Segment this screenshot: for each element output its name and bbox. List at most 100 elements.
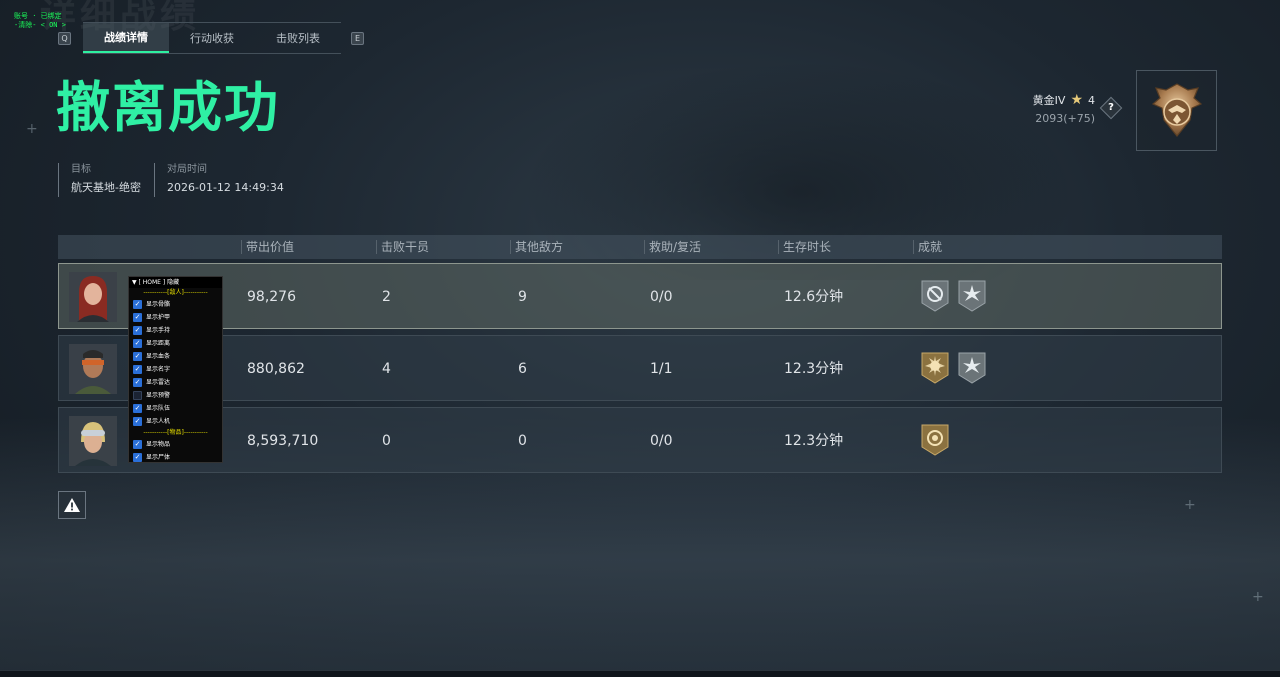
table-row[interactable]: 98,276 2 9 0/0 12.6分钟 bbox=[58, 263, 1222, 329]
player-avatar bbox=[69, 344, 117, 394]
checkbox-checked-icon[interactable]: ✓ bbox=[133, 313, 142, 322]
rank-emblem-icon bbox=[1151, 82, 1202, 137]
overlay-option[interactable]: ✓ 显示血条 bbox=[129, 350, 222, 363]
extract-value: 880,862 bbox=[247, 361, 305, 377]
match-time-value: 2026-01-12 14:49:34 bbox=[167, 181, 284, 194]
bottom-bar bbox=[0, 670, 1280, 677]
overlay-option-label: 显示预警 bbox=[146, 392, 171, 399]
crosshair-mark: + bbox=[1252, 589, 1264, 605]
checkbox-checked-icon[interactable]: ✓ bbox=[133, 378, 142, 387]
table-row[interactable]: 880,862 4 6 1/1 12.3分钟 bbox=[58, 335, 1222, 401]
player-avatar bbox=[69, 416, 117, 466]
tab-strip: 战绩详情 行动收获 击败列表 bbox=[83, 22, 341, 54]
overlay-option[interactable]: ✓ 显示队伍 bbox=[129, 402, 222, 415]
extraction-result-title: 撤离成功 bbox=[56, 76, 280, 139]
other-enemies: 6 bbox=[518, 361, 527, 377]
checkbox-checked-icon[interactable]: ✓ bbox=[133, 352, 142, 361]
achievement-cycle-icon[interactable] bbox=[920, 279, 950, 313]
achievement-gold-burst-icon[interactable] bbox=[920, 351, 950, 385]
next-tab-key-hint[interactable]: E bbox=[351, 31, 364, 45]
checkbox-checked-icon[interactable]: ✓ bbox=[133, 417, 142, 426]
overlay-option[interactable]: ✓ 显示护甲 bbox=[129, 311, 222, 324]
overlay-option-label: 显示人机 bbox=[146, 418, 171, 425]
checkbox-checked-icon[interactable]: ✓ bbox=[133, 365, 142, 374]
overlay-option[interactable]: 显示预警 bbox=[129, 389, 222, 402]
overlay-menu-section: -----------[物品]----------- bbox=[143, 429, 208, 436]
overlay-option-label: 显示护甲 bbox=[146, 314, 171, 321]
operators-defeated: 0 bbox=[382, 433, 391, 449]
survival-time: 12.3分钟 bbox=[784, 361, 844, 377]
overlay-option[interactable]: ✓ 显示人机 bbox=[129, 415, 222, 428]
help-icon: ? bbox=[1108, 102, 1114, 113]
overlay-option-label: 显示名字 bbox=[146, 366, 171, 373]
col-header-survival-time: 生存时长 bbox=[777, 235, 831, 259]
stats-table-header: 带出价值 击败干员 其他敌方 救助/复活 生存时长 成就 bbox=[58, 235, 1222, 259]
star-icon: ★ bbox=[1070, 92, 1083, 108]
achievement-burst-icon[interactable] bbox=[957, 351, 987, 385]
target-info: 目标 航天基地-绝密 bbox=[58, 163, 141, 197]
achievement-gold-target-icon[interactable] bbox=[920, 423, 950, 457]
operators-defeated: 4 bbox=[382, 361, 391, 377]
overlay-option-label: 显示尸体 bbox=[146, 454, 171, 461]
overlay-option-label: 显示手持 bbox=[146, 327, 171, 334]
other-enemies: 0 bbox=[518, 433, 527, 449]
checkbox-checked-icon[interactable]: ✓ bbox=[133, 404, 142, 413]
tab-match-details[interactable]: 战绩详情 bbox=[83, 23, 169, 53]
overlay-option-label: 显示队伍 bbox=[146, 405, 171, 412]
overlay-option[interactable]: ✓ 显示手持 bbox=[129, 324, 222, 337]
crosshair-mark: + bbox=[26, 121, 38, 137]
checkbox-checked-icon[interactable]: ✓ bbox=[133, 300, 142, 309]
rank-emblem[interactable] bbox=[1136, 70, 1217, 151]
achievement-burst-icon[interactable] bbox=[957, 279, 987, 313]
extract-value: 8,593,710 bbox=[247, 433, 319, 449]
rank-tier: 黄金IV bbox=[1032, 94, 1066, 107]
rank-score: 2093(+75) bbox=[1035, 112, 1095, 125]
extract-value: 98,276 bbox=[247, 289, 296, 305]
table-row[interactable]: 8,593,710 0 0 0/0 12.3分钟 bbox=[58, 407, 1222, 473]
tab-kill-list[interactable]: 击败列表 bbox=[255, 23, 341, 53]
checkbox-checked-icon[interactable]: ✓ bbox=[133, 326, 142, 335]
prev-tab-key-hint[interactable]: Q bbox=[58, 31, 71, 45]
col-header-assist-revive: 救助/复活 bbox=[643, 235, 701, 259]
checkbox-unchecked-icon[interactable] bbox=[133, 391, 142, 400]
player-avatar bbox=[69, 272, 117, 322]
overlay-settings-menu[interactable]: ▼ [ HOME ] 隐藏 -----------[敌人]-----------… bbox=[128, 276, 223, 463]
survival-time: 12.6分钟 bbox=[784, 289, 844, 305]
assist-revive: 0/0 bbox=[650, 289, 673, 305]
tab-bar: Q 战绩详情 行动收获 击败列表 E bbox=[58, 22, 364, 54]
rank-stars: 4 bbox=[1088, 93, 1095, 107]
assist-revive: 0/0 bbox=[650, 433, 673, 449]
match-time-label: 对局时间 bbox=[167, 164, 207, 175]
report-warning-button[interactable] bbox=[58, 491, 86, 519]
other-enemies: 9 bbox=[518, 289, 527, 305]
col-header-operators-defeated: 击败干员 bbox=[375, 235, 429, 259]
survival-time: 12.3分钟 bbox=[784, 433, 844, 449]
overlay-option-label: 显示血条 bbox=[146, 353, 171, 360]
assist-revive: 1/1 bbox=[650, 361, 673, 377]
overlay-option[interactable]: ✓ 显示物品 bbox=[129, 438, 222, 451]
hud-overlay-line: 账号 · 已绑定 bbox=[14, 12, 62, 20]
overlay-option[interactable]: ✓ 显示骨骼 bbox=[129, 298, 222, 311]
target-value: 航天基地-绝密 bbox=[71, 181, 141, 194]
overlay-option[interactable]: ✓ 显示尸体 bbox=[129, 451, 222, 462]
overlay-menu-header[interactable]: ▼ [ HOME ] 隐藏 bbox=[129, 277, 222, 288]
overlay-option[interactable]: ✓ 显示距离 bbox=[129, 337, 222, 350]
checkbox-checked-icon[interactable]: ✓ bbox=[133, 453, 142, 462]
target-label: 目标 bbox=[71, 164, 91, 175]
overlay-option[interactable]: ✓ 显示名字 bbox=[129, 363, 222, 376]
overlay-menu-section: -----------[敌人]----------- bbox=[143, 289, 208, 296]
overlay-option[interactable]: ✓ 显示雷达 bbox=[129, 376, 222, 389]
overlay-option-label: 显示雷达 bbox=[146, 379, 171, 386]
warning-icon bbox=[64, 498, 80, 512]
crosshair-mark: + bbox=[1184, 497, 1196, 513]
rank-summary: 黄金IV ★ 4 2093(+75) bbox=[1033, 92, 1095, 125]
col-header-achievements: 成就 bbox=[912, 235, 942, 259]
rank-help-button[interactable]: ? bbox=[1099, 96, 1123, 120]
checkbox-checked-icon[interactable]: ✓ bbox=[133, 440, 142, 449]
match-time-info: 对局时间 2026-01-12 14:49:34 bbox=[154, 163, 284, 197]
overlay-option-label: 显示物品 bbox=[146, 441, 171, 448]
checkbox-checked-icon[interactable]: ✓ bbox=[133, 339, 142, 348]
overlay-option-label: 显示距离 bbox=[146, 340, 171, 347]
tab-action-rewards[interactable]: 行动收获 bbox=[169, 23, 255, 53]
overlay-option-label: 显示骨骼 bbox=[146, 301, 171, 308]
